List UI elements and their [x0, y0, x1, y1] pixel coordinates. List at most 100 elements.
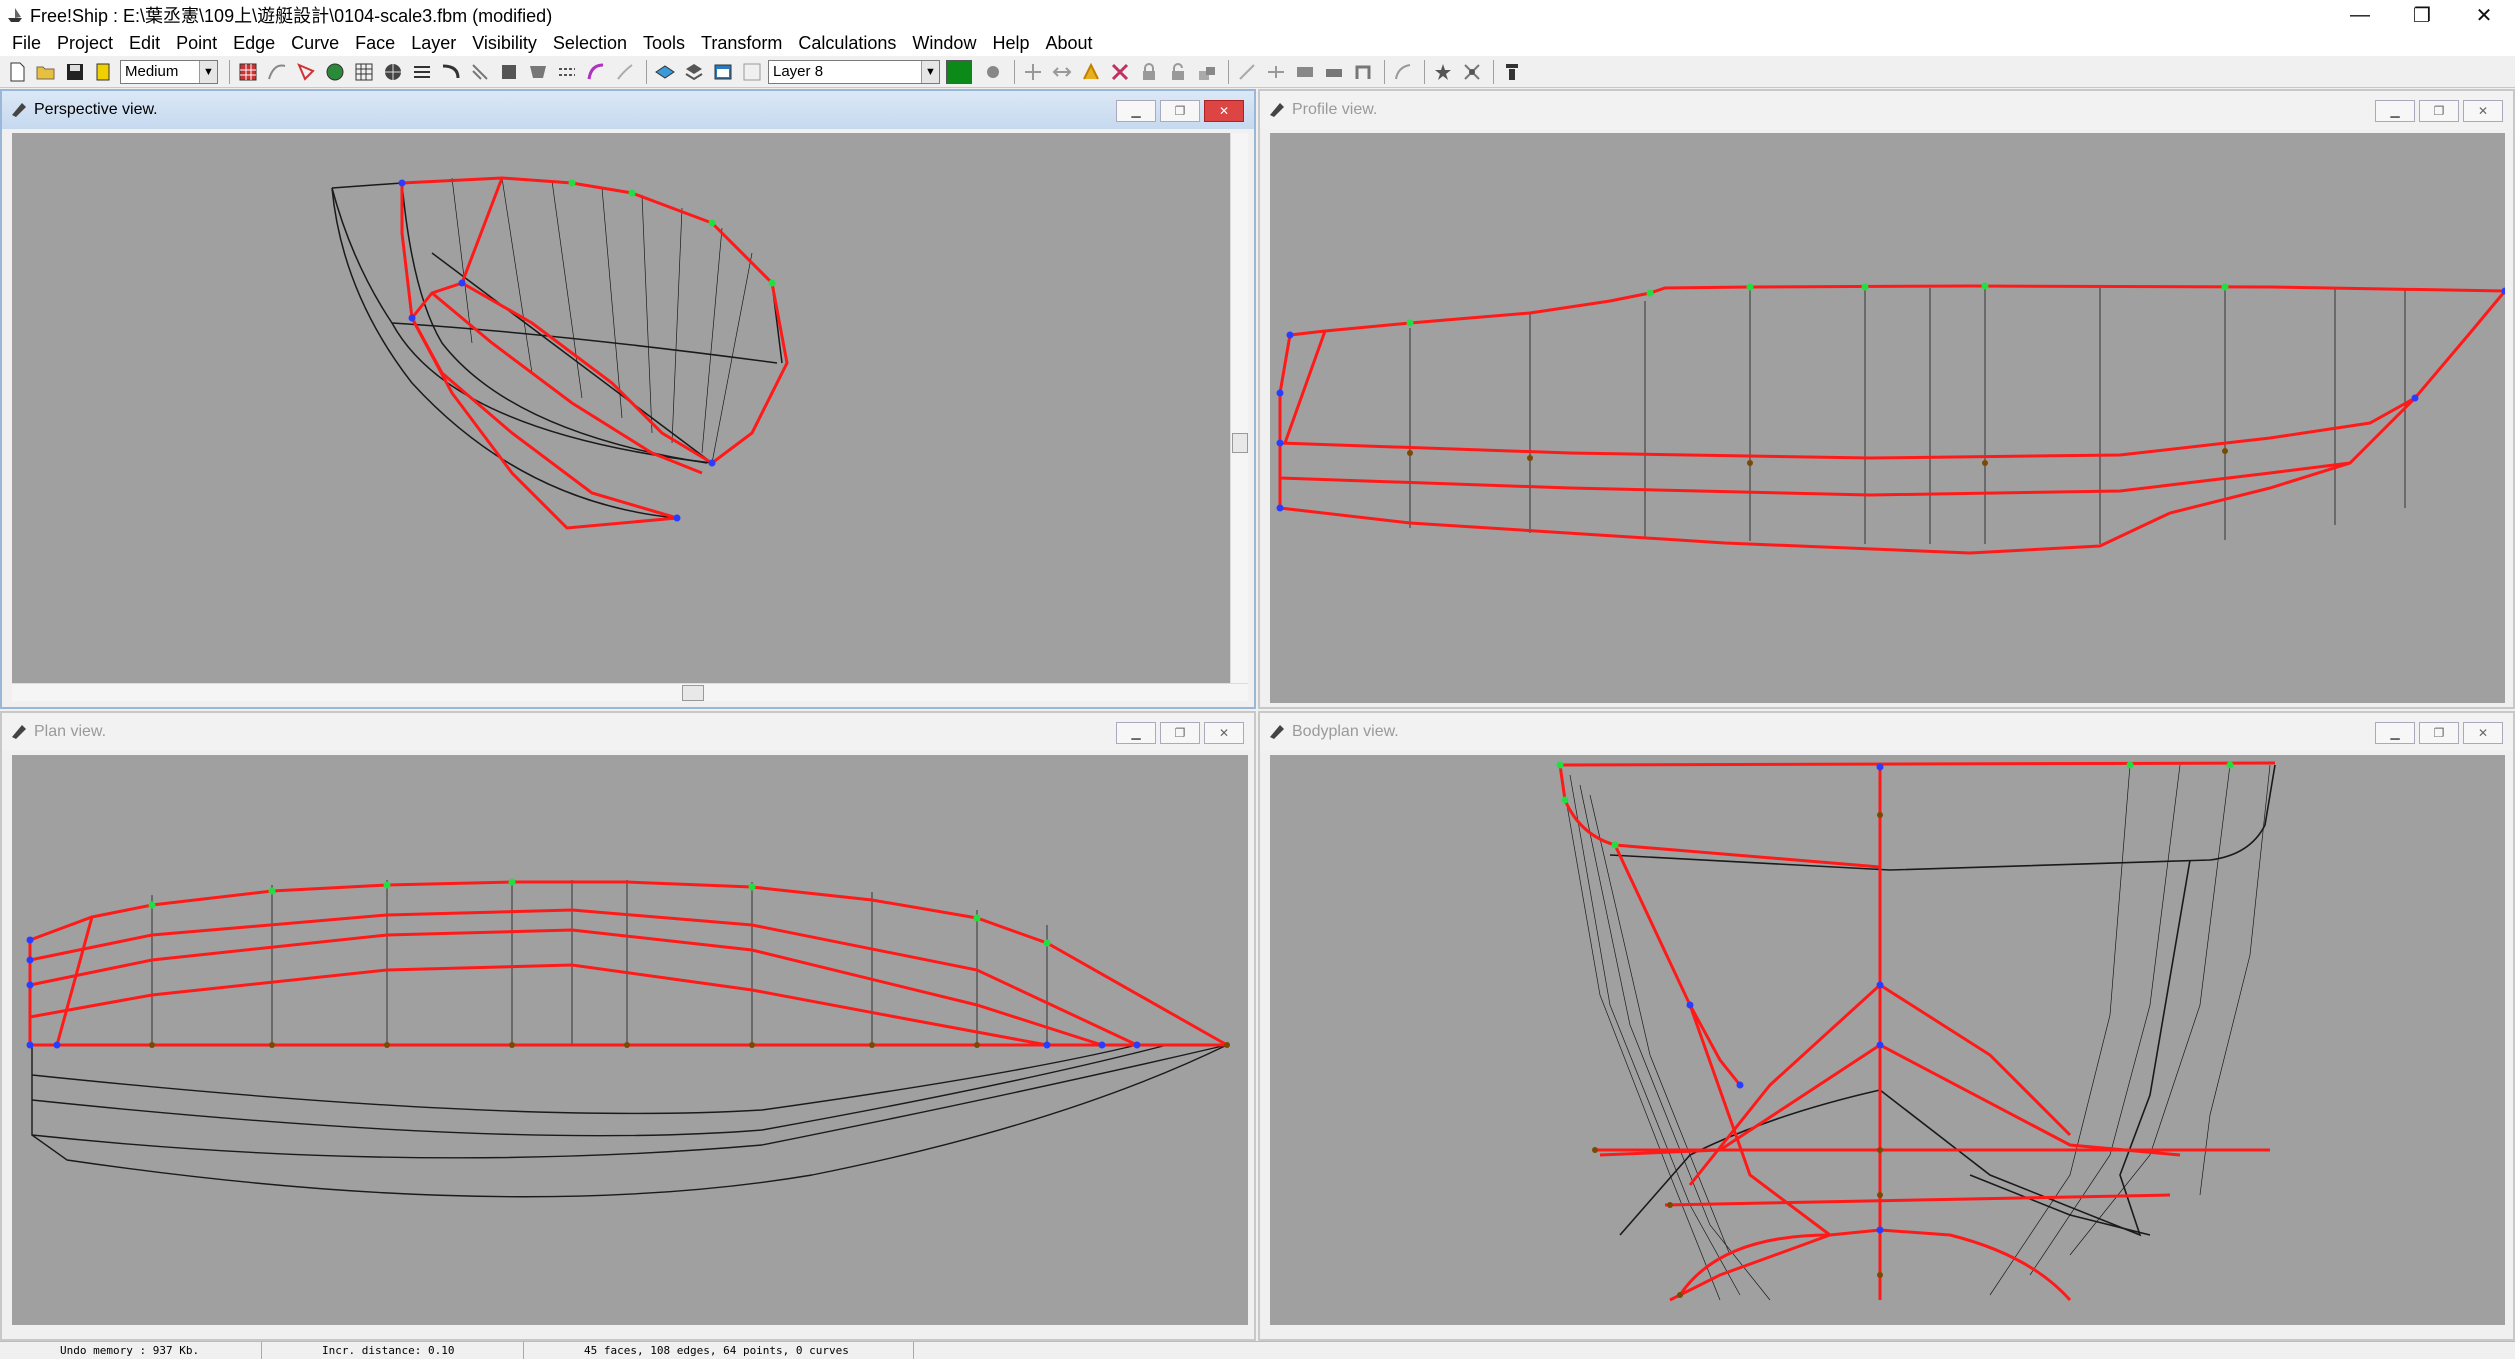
show-hydrostatics-button[interactable]	[525, 59, 551, 85]
freeship-app: Free!Ship : E:\葉丞憲\109上\遊艇設計\0104-scale3…	[0, 0, 2515, 1359]
precision-value: Medium	[125, 63, 179, 80]
menu-face[interactable]: Face	[347, 33, 403, 54]
profile-hull-drawing	[1276, 282, 2505, 555]
menu-layer[interactable]: Layer	[403, 33, 464, 54]
show-diagonals-button[interactable]	[467, 59, 493, 85]
toolbar-separator	[229, 59, 230, 84]
point-lock-button[interactable]	[1136, 59, 1162, 85]
show-normals-button[interactable]	[322, 59, 348, 85]
menu-file[interactable]: File	[4, 33, 49, 54]
precision-select[interactable]: Medium ▼	[120, 59, 218, 84]
delete-button[interactable]	[1499, 59, 1525, 85]
edge-extrude-button[interactable]	[1292, 59, 1318, 85]
edge-connect-button[interactable]	[1234, 59, 1260, 85]
profile-view-title: Profile view.	[1292, 101, 1378, 118]
layer-auto-group-button[interactable]	[739, 59, 765, 85]
show-flowlines-button[interactable]	[554, 59, 580, 85]
add-point-button[interactable]	[980, 59, 1006, 85]
menu-window[interactable]: Window	[904, 33, 984, 54]
minimize-button[interactable]: —	[2329, 0, 2391, 30]
show-curves-button[interactable]	[264, 59, 290, 85]
point-unlock-all-button[interactable]	[1194, 59, 1220, 85]
perspective-vertical-scrollbar[interactable]	[1230, 133, 1248, 683]
open-file-button[interactable]	[33, 59, 59, 85]
face-new-button[interactable]	[1430, 59, 1456, 85]
profile-close-button[interactable]: ✕	[2463, 100, 2503, 122]
show-curvature-button[interactable]	[583, 59, 609, 85]
profile-viewport[interactable]	[1270, 133, 2505, 703]
menu-help[interactable]: Help	[984, 33, 1037, 54]
status-incr-distance: Incr. distance: 0.10	[262, 1341, 524, 1359]
scrollbar-thumb[interactable]	[1232, 433, 1248, 453]
point-align-button[interactable]	[1020, 59, 1046, 85]
point-intersect-button[interactable]	[1107, 59, 1133, 85]
plan-view-window[interactable]: Plan view. ▁ ❐ ✕	[0, 711, 1256, 1341]
bodyplan-viewport[interactable]	[1270, 755, 2505, 1325]
bodyplan-view-window[interactable]: Bodyplan view. ▁ ❐ ✕	[1258, 711, 2515, 1341]
bodyplan-view-titlebar[interactable]: Bodyplan view. ▁ ❐ ✕	[1260, 713, 2513, 751]
export-button[interactable]	[91, 59, 117, 85]
layer-color-swatch[interactable]	[946, 59, 972, 84]
show-waterlines-button[interactable]	[438, 59, 464, 85]
point-collapse-button[interactable]	[1049, 59, 1075, 85]
perspective-viewport[interactable]	[12, 133, 1230, 683]
menu-transform[interactable]: Transform	[693, 33, 790, 54]
menu-visibility[interactable]: Visibility	[464, 33, 545, 54]
show-control-net-button[interactable]	[235, 59, 261, 85]
plan-close-button[interactable]: ✕	[1204, 722, 1244, 744]
sphere-icon	[326, 63, 344, 80]
perspective-close-button[interactable]: ✕	[1204, 100, 1244, 122]
menu-curve[interactable]: Curve	[283, 33, 347, 54]
window-title: Free!Ship : E:\葉丞憲\109上\遊艇設計\0104-scale3…	[30, 6, 553, 26]
toolbar-separator	[1014, 59, 1015, 84]
active-layer-select[interactable]: Layer 8 ▼	[768, 59, 940, 84]
bodyplan-minimize-button[interactable]: ▁	[2375, 722, 2415, 744]
plan-viewport[interactable]	[12, 755, 1248, 1325]
show-grid-button[interactable]	[351, 59, 377, 85]
perspective-view-titlebar[interactable]: Perspective view. ▁ ❐ ✕	[2, 91, 1254, 129]
maximize-button[interactable]: ❐	[2391, 0, 2453, 30]
scrollbar-thumb[interactable]	[682, 685, 704, 701]
profile-view-titlebar[interactable]: Profile view. ▁ ❐ ✕	[1260, 91, 2513, 129]
show-bitmap-button[interactable]	[612, 59, 638, 85]
edge-crease-button[interactable]	[1350, 59, 1376, 85]
layer-dialog-button[interactable]	[710, 59, 736, 85]
menu-project[interactable]: Project	[49, 33, 121, 54]
show-markers-button[interactable]	[496, 59, 522, 85]
edge-collapse-icon	[1326, 68, 1342, 77]
show-stations-button[interactable]	[380, 59, 406, 85]
menu-edge[interactable]: Edge	[225, 33, 283, 54]
new-file-button[interactable]	[4, 59, 30, 85]
layer-properties-button[interactable]	[681, 59, 707, 85]
bodyplan-close-button[interactable]: ✕	[2463, 722, 2503, 744]
menu-about[interactable]: About	[1037, 33, 1100, 54]
profile-view-window[interactable]: Profile view. ▁ ❐ ✕	[1258, 89, 2515, 709]
plan-minimize-button[interactable]: ▁	[1116, 722, 1156, 744]
menu-tools[interactable]: Tools	[635, 33, 693, 54]
plan-view-titlebar[interactable]: Plan view. ▁ ❐ ✕	[2, 713, 1254, 751]
perspective-minimize-button[interactable]: ▁	[1116, 100, 1156, 122]
show-interior-edges-button[interactable]	[293, 59, 319, 85]
edge-split-button[interactable]	[1263, 59, 1289, 85]
show-buttocks-button[interactable]	[409, 59, 435, 85]
edge-collapse-button[interactable]	[1321, 59, 1347, 85]
menu-selection[interactable]: Selection	[545, 33, 635, 54]
point-unlock-button[interactable]	[1165, 59, 1191, 85]
profile-restore-button[interactable]: ❐	[2419, 100, 2459, 122]
menu-edit[interactable]: Edit	[121, 33, 168, 54]
layer-visibility-button[interactable]	[652, 59, 678, 85]
perspective-horizontal-scrollbar[interactable]	[12, 683, 1248, 701]
perspective-restore-button[interactable]: ❐	[1160, 100, 1200, 122]
bodyplan-restore-button[interactable]: ❐	[2419, 722, 2459, 744]
close-button[interactable]: ✕	[2453, 0, 2515, 30]
curve-new-button[interactable]	[1390, 59, 1416, 85]
menu-point[interactable]: Point	[168, 33, 225, 54]
perspective-view-window[interactable]: Perspective view. ▁ ❐ ✕	[0, 89, 1256, 709]
folder-open-icon	[36, 66, 55, 79]
menu-calculations[interactable]: Calculations	[790, 33, 904, 54]
profile-minimize-button[interactable]: ▁	[2375, 100, 2415, 122]
plan-restore-button[interactable]: ❐	[1160, 722, 1200, 744]
point-insert-button[interactable]	[1078, 59, 1104, 85]
face-invert-button[interactable]	[1459, 59, 1485, 85]
save-button[interactable]	[62, 59, 88, 85]
